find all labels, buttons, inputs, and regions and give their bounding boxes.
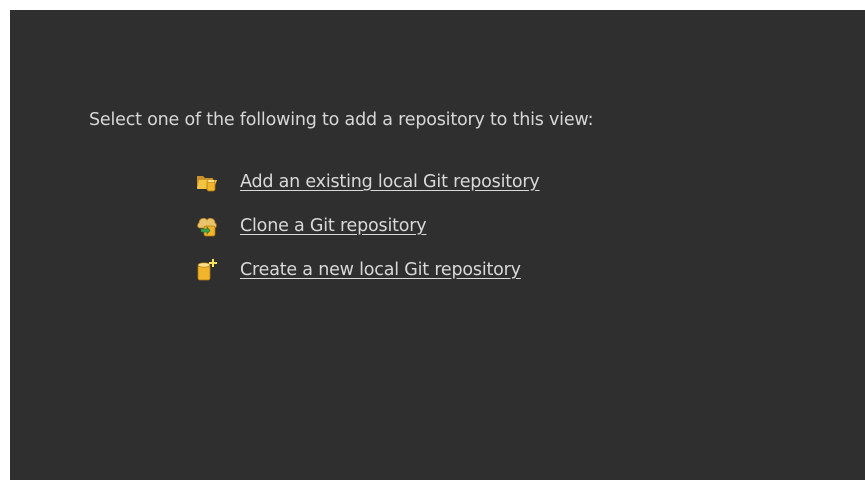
clone-repository-link[interactable]: Clone a Git repository: [240, 216, 427, 236]
create-repository-link[interactable]: Create a new local Git repository: [240, 260, 521, 280]
add-existing-repository-link[interactable]: Add an existing local Git repository: [240, 172, 540, 192]
open-folder-repository-icon: [196, 170, 218, 194]
clone-repository-row[interactable]: Clone a Git repository: [196, 204, 540, 248]
add-existing-repository-row[interactable]: Add an existing local Git repository: [196, 160, 540, 204]
new-repository-icon: [196, 258, 218, 282]
create-repository-row[interactable]: Create a new local Git repository: [196, 248, 540, 292]
repository-actions-list: Add an existing local Git repository Clo…: [196, 160, 540, 292]
git-repositories-view: Select one of the following to add a rep…: [10, 10, 865, 480]
clone-repository-icon: [196, 214, 218, 238]
instruction-text: Select one of the following to add a rep…: [89, 110, 594, 130]
